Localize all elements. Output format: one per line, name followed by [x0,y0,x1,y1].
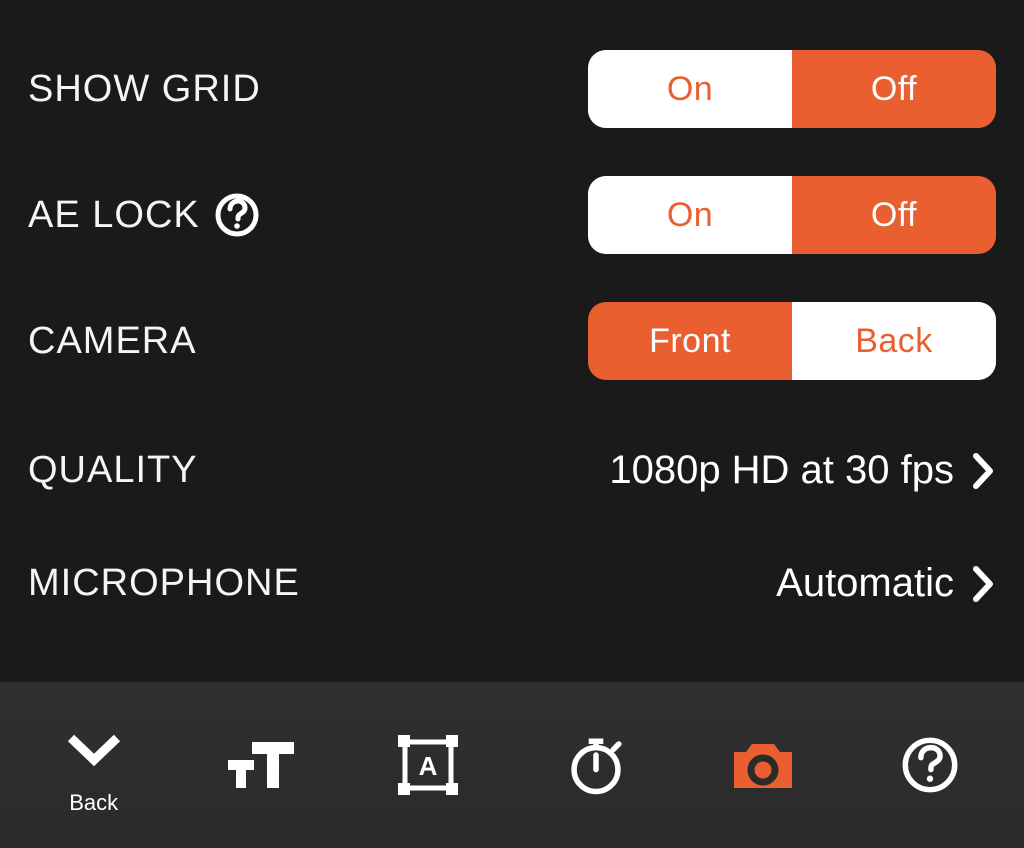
toolbar-transform[interactable]: A [358,700,498,830]
row-camera: CAMERA Front Back [28,302,996,380]
toolbar-camera[interactable] [693,700,833,830]
chevron-right-icon [972,452,996,490]
microphone-value: Automatic [776,561,954,606]
show-grid-toggle[interactable]: On Off [588,50,996,128]
row-quality[interactable]: QUALITY 1080p HD at 30 fps [28,448,996,493]
settings-panel: SHOW GRID On Off AE LOCK On Off CAMERA F… [0,0,1024,682]
camera-icon [728,730,798,800]
bottom-toolbar: Back A [0,682,1024,848]
question-circle-icon[interactable] [214,192,260,238]
row-ae-lock: AE LOCK On Off [28,176,996,254]
camera-front[interactable]: Front [588,302,792,380]
ae-lock-on[interactable]: On [588,176,792,254]
ae-lock-label: AE LOCK [28,194,200,237]
label-group: SHOW GRID [28,68,261,111]
text-size-icon [226,730,296,800]
row-show-grid: SHOW GRID On Off [28,50,996,128]
toolbar-back[interactable]: Back [24,700,164,830]
ae-lock-off[interactable]: Off [792,176,996,254]
show-grid-label: SHOW GRID [28,68,261,111]
toolbar-back-label: Back [69,790,118,816]
timer-icon [564,733,628,797]
chevron-right-icon [972,565,996,603]
camera-toggle[interactable]: Front Back [588,302,996,380]
question-circle-icon [898,733,962,797]
camera-back[interactable]: Back [792,302,996,380]
label-group: CAMERA [28,320,197,363]
toolbar-help[interactable] [860,700,1000,830]
row-microphone[interactable]: MICROPHONE Automatic [28,561,996,606]
quality-label: QUALITY [28,449,198,492]
camera-label: CAMERA [28,320,197,363]
microphone-label: MICROPHONE [28,562,300,605]
toolbar-timer[interactable] [526,700,666,830]
toolbar-text-size[interactable] [191,700,331,830]
label-group: AE LOCK [28,192,260,238]
quality-value: 1080p HD at 30 fps [609,448,954,493]
transform-box-icon: A [393,730,463,800]
quality-value-group[interactable]: 1080p HD at 30 fps [609,448,996,493]
show-grid-off[interactable]: Off [792,50,996,128]
svg-text:A: A [419,751,438,781]
show-grid-on[interactable]: On [588,50,792,128]
ae-lock-toggle[interactable]: On Off [588,176,996,254]
chevron-down-icon [59,714,129,784]
microphone-value-group[interactable]: Automatic [776,561,996,606]
